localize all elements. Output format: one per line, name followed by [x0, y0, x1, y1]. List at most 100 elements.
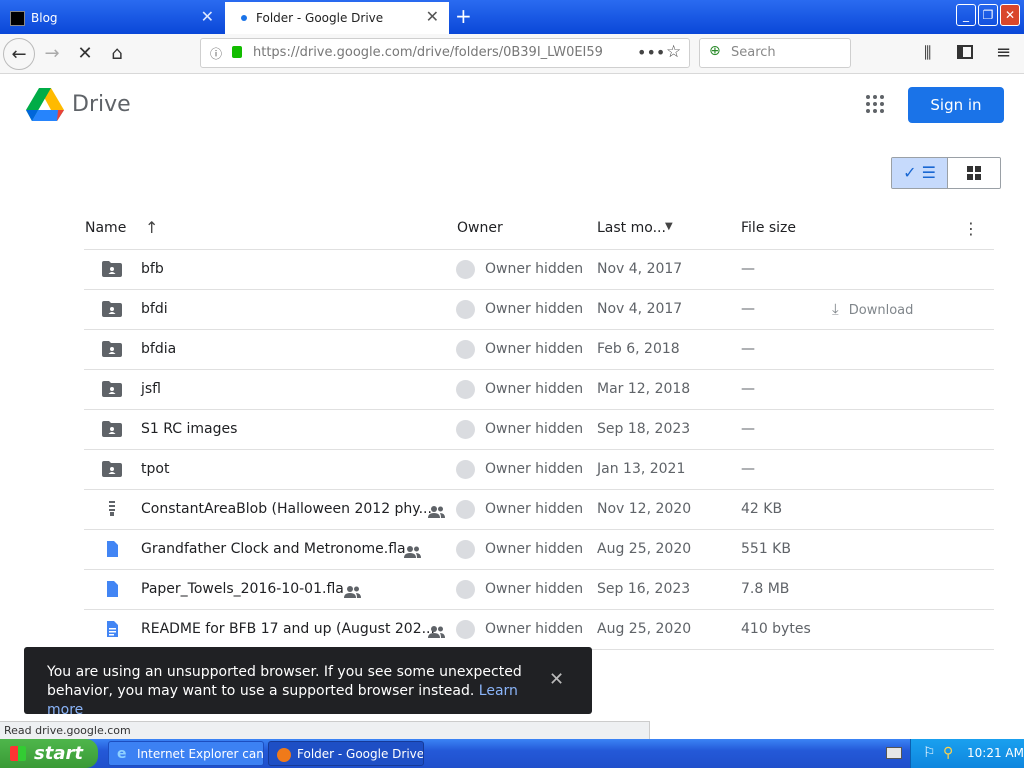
tab-title: Blog — [31, 11, 58, 25]
download-button[interactable]: ⤓ Download — [832, 300, 913, 318]
shared-people-icon — [428, 623, 445, 642]
more-actions-icon[interactable]: ••• — [637, 43, 665, 62]
file-name[interactable]: jsfl — [141, 381, 161, 397]
owner-avatar-icon — [456, 540, 475, 559]
dropdown-arrow-icon[interactable]: ▼ — [665, 221, 673, 232]
folder-icon — [102, 461, 122, 481]
library-icon[interactable]: ⫼ — [924, 43, 931, 63]
shared-people-icon — [428, 503, 445, 522]
owner-name: Owner hidden — [485, 341, 584, 357]
sidebar-icon[interactable] — [957, 45, 973, 59]
archive-icon — [102, 501, 122, 521]
view-toggle: ✓ ☰ — [891, 157, 1001, 189]
system-tray: ⚐ ⚲ 10:21 AM — [910, 739, 1024, 768]
last-modified-date: Nov 4, 2017 — [597, 301, 683, 317]
file-name[interactable]: bfb — [141, 261, 164, 277]
status-bar: Read drive.google.com — [0, 721, 650, 739]
table-row[interactable]: bfdia Owner hidden Feb 6, 2018 — — [84, 329, 994, 369]
restore-icon[interactable]: ❐ — [978, 4, 998, 26]
forward-icon[interactable]: → — [36, 38, 68, 70]
task-label: Internet Explorer can... — [137, 747, 264, 761]
file-size: 410 bytes — [741, 621, 811, 637]
back-icon[interactable]: ← — [3, 38, 35, 70]
drive-brand: Drive — [72, 92, 131, 117]
column-header-last-modified[interactable]: Last mo... ▼ — [597, 220, 673, 236]
keyboard-icon[interactable] — [886, 747, 902, 759]
apps-grid-icon[interactable] — [866, 95, 884, 117]
owner-name: Owner hidden — [485, 261, 584, 277]
file-name[interactable]: Grandfather Clock and Metronome.fla — [141, 541, 406, 557]
folder-icon — [102, 381, 122, 401]
close-icon[interactable]: ✕ — [549, 669, 564, 690]
file-size: 42 KB — [741, 501, 783, 517]
column-header-name[interactable]: Name ↑ — [85, 218, 158, 237]
check-icon: ✓ — [903, 163, 917, 182]
info-icon[interactable]: ⓘ — [210, 45, 222, 62]
table-row[interactable]: bfb Owner hidden Nov 4, 2017 — — [84, 249, 994, 289]
file-size: 7.8 MB — [741, 581, 790, 597]
minimize-icon[interactable]: _ — [956, 4, 976, 26]
start-button[interactable]: start — [0, 739, 98, 768]
close-tab-icon[interactable]: ✕ — [201, 9, 214, 25]
table-row[interactable]: Grandfather Clock and Metronome.fla Owner… — [84, 529, 994, 569]
file-size: — — [741, 461, 755, 477]
list-view-button[interactable]: ✓ ☰ — [892, 158, 947, 188]
last-modified-date: Mar 12, 2018 — [597, 381, 691, 397]
close-tab-icon[interactable]: ✕ — [426, 9, 439, 25]
grid-view-button[interactable] — [947, 158, 1000, 188]
file-name[interactable]: tpot — [141, 461, 169, 477]
folder-icon — [102, 421, 122, 441]
last-modified-date: Nov 4, 2017 — [597, 261, 683, 277]
table-row[interactable]: README for BFB 17 and up (August 202... O… — [84, 609, 994, 649]
taskbar: start e Internet Explorer can... Folder … — [0, 739, 1024, 768]
url-text: https://drive.google.com/drive/folders/0… — [253, 45, 603, 60]
tab-google-drive[interactable]: Folder - Google Drive ✕ — [225, 2, 449, 34]
navigation-bar: ← → ✕ ⌂ ⓘ https://drive.google.com/drive… — [0, 34, 1024, 74]
home-icon[interactable]: ⌂ — [101, 38, 133, 70]
file-name[interactable]: ConstantAreaBlob (Halloween 2012 phy... — [141, 501, 432, 517]
column-header-owner[interactable]: Owner — [457, 220, 503, 236]
sign-in-button[interactable]: Sign in — [908, 87, 1004, 123]
sort-ascending-icon[interactable]: ↑ — [145, 218, 158, 237]
last-modified-date: Jan 13, 2021 — [597, 461, 686, 477]
file-name[interactable]: S1 RC images — [141, 421, 237, 437]
blog-favicon — [10, 10, 25, 26]
owner-name: Owner hidden — [485, 541, 584, 557]
table-row[interactable]: tpot Owner hidden Jan 13, 2021 — — [84, 449, 994, 489]
table-row[interactable]: jsfl Owner hidden Mar 12, 2018 — — [84, 369, 994, 409]
folder-icon — [102, 261, 122, 281]
search-field[interactable]: ⊕ Search — [699, 38, 851, 68]
bookmark-star-icon[interactable]: ☆ — [666, 42, 681, 62]
file-name[interactable]: Paper_Towels_2016-10-01.fla — [141, 581, 344, 597]
column-label: Name — [85, 220, 127, 236]
owner-name: Owner hidden — [485, 301, 584, 317]
search-icon[interactable]: ⚲ — [943, 739, 953, 768]
taskbar-item-firefox[interactable]: Folder - Google Drive ... — [268, 741, 424, 766]
file-name[interactable]: bfdi — [141, 301, 168, 317]
owner-name: Owner hidden — [485, 381, 584, 397]
url-bar[interactable]: ⓘ https://drive.google.com/drive/folders… — [200, 38, 690, 68]
taskbar-item-internet-explorer[interactable]: e Internet Explorer can... — [108, 741, 264, 766]
column-header-file-size[interactable]: File size — [741, 220, 796, 236]
tab-blog[interactable]: Blog ✕ — [0, 2, 224, 34]
owner-name: Owner hidden — [485, 461, 584, 477]
last-modified-date: Sep 18, 2023 — [597, 421, 691, 437]
ie-icon: e — [117, 746, 127, 762]
close-window-icon[interactable]: ✕ — [1000, 4, 1020, 26]
owner-name: Owner hidden — [485, 501, 584, 517]
owner-name: Owner hidden — [485, 581, 584, 597]
table-row[interactable]: S1 RC images Owner hidden Sep 18, 2023 — — [84, 409, 994, 449]
table-row[interactable]: Paper_Towels_2016-10-01.fla Owner hidden S… — [84, 569, 994, 609]
table-row[interactable]: ConstantAreaBlob (Halloween 2012 phy... O… — [84, 489, 994, 529]
file-icon — [102, 581, 122, 601]
owner-avatar-icon — [456, 420, 475, 439]
file-size: — — [741, 301, 755, 317]
menu-icon[interactable]: ≡ — [996, 42, 1011, 63]
file-name[interactable]: README for BFB 17 and up (August 202... — [141, 621, 435, 637]
file-size: — — [741, 381, 755, 397]
new-tab-icon[interactable]: + — [455, 5, 472, 27]
more-options-icon[interactable]: ⋮ — [963, 219, 979, 238]
stop-icon[interactable]: ✕ — [69, 38, 101, 70]
file-name[interactable]: bfdia — [141, 341, 176, 357]
network-icon[interactable]: ⚐ — [923, 739, 936, 768]
